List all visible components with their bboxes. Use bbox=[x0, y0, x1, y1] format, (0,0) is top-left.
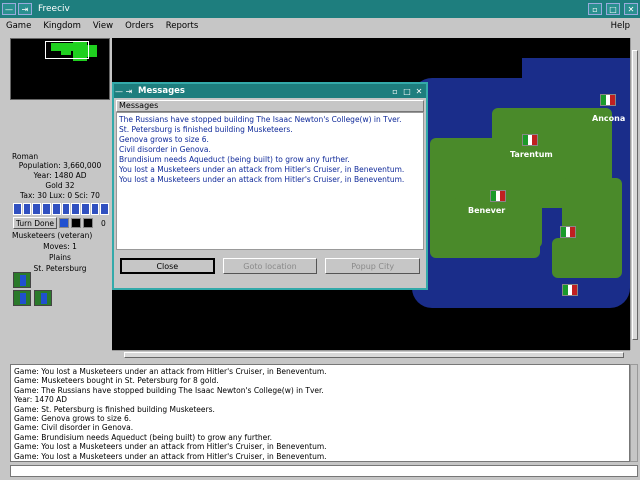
dialog-pin-icon[interactable]: ⇥ bbox=[124, 86, 134, 96]
minimize-icon[interactable]: ▫ bbox=[588, 3, 602, 15]
log-line: Year: 1470 AD bbox=[14, 395, 68, 405]
city-icon[interactable] bbox=[522, 134, 538, 146]
goto-location-button[interactable]: Goto location bbox=[222, 258, 318, 274]
tax-rates-label: Tax: 30 Lux: 0 Sci: 70 bbox=[20, 191, 100, 200]
list-item[interactable]: You lost a Musketeers under an attack fr… bbox=[119, 165, 421, 175]
musketeer-unit-icon[interactable] bbox=[34, 290, 52, 306]
research-indicator-icon bbox=[59, 218, 69, 228]
city-label-benever[interactable]: Benever bbox=[468, 206, 505, 215]
log-line: Game: St. Petersburg is finished buildin… bbox=[14, 404, 215, 414]
sci-icon[interactable] bbox=[100, 203, 110, 215]
title-bar: — ⇥ Freeciv ▫ □ ✕ bbox=[0, 0, 640, 18]
unit-terrain: Plains bbox=[49, 253, 71, 262]
map-vertical-scrollbar[interactable] bbox=[630, 38, 638, 350]
messages-column-header[interactable]: Messages bbox=[116, 100, 424, 112]
list-item[interactable]: The Russians have stopped building The I… bbox=[119, 115, 421, 125]
musketeer-unit-icon[interactable] bbox=[13, 290, 31, 306]
maximize-icon[interactable]: □ bbox=[606, 3, 620, 15]
dialog-minimize-icon[interactable]: ▫ bbox=[390, 86, 400, 96]
window-title: Freeciv bbox=[38, 4, 70, 14]
messages-list[interactable]: The Russians have stopped building The I… bbox=[116, 112, 424, 250]
dialog-title-bar[interactable]: — ⇥ Messages ▫ □ ✕ bbox=[114, 84, 426, 98]
year-label: Year: 1480 AD bbox=[33, 171, 87, 180]
window-menu-icon[interactable]: — bbox=[2, 3, 16, 15]
menu-bar: Game Kingdom View Orders Reports Help bbox=[0, 18, 640, 34]
unit-moves: Moves: 1 bbox=[43, 242, 77, 251]
unit-name: Musketeers (veteran) bbox=[12, 231, 93, 240]
menu-help[interactable]: Help bbox=[605, 21, 636, 31]
messages-dialog: — ⇥ Messages ▫ □ ✕ Messages The Russians… bbox=[112, 82, 428, 290]
global-warming-icon bbox=[71, 218, 81, 228]
turn-done-button[interactable]: Turn Done bbox=[13, 217, 57, 229]
log-line: Game: Civil disorder in Genova. bbox=[14, 423, 134, 433]
dialog-close-icon[interactable]: ✕ bbox=[414, 86, 424, 96]
city-icon[interactable] bbox=[490, 190, 506, 202]
city-label-tarentum[interactable]: Tarentum bbox=[510, 150, 553, 159]
sci-icon[interactable] bbox=[61, 203, 71, 215]
musketeer-unit-icon[interactable] bbox=[13, 272, 31, 288]
log-line: Game: Brundisium needs Aqueduct (being b… bbox=[14, 432, 273, 442]
log-line: Game: Musketeers bought in St. Petersbur… bbox=[14, 376, 219, 386]
tax-rates-bar[interactable] bbox=[13, 203, 110, 215]
list-item[interactable]: You lost a Musketeers under an attack fr… bbox=[119, 175, 421, 185]
close-button[interactable]: Close bbox=[120, 258, 215, 274]
menu-kingdom[interactable]: Kingdom bbox=[37, 21, 87, 31]
dialog-maximize-icon[interactable]: □ bbox=[402, 86, 412, 96]
unit-info: Musketeers (veteran) Moves: 1 Plains St.… bbox=[10, 230, 110, 274]
sci-icon[interactable] bbox=[51, 203, 61, 215]
tax-icon[interactable] bbox=[22, 203, 32, 215]
log-line: Game: Genova grows to size 6. bbox=[14, 414, 132, 424]
tax-icon[interactable] bbox=[13, 203, 22, 215]
log-line: Game: The Russians have stopped building… bbox=[14, 385, 324, 395]
log-line: Game: You lost a Musketeers under an att… bbox=[14, 442, 327, 452]
menu-orders[interactable]: Orders bbox=[119, 21, 160, 31]
log-scrollbar[interactable] bbox=[630, 364, 638, 462]
chat-command-input[interactable] bbox=[10, 465, 638, 477]
overview-minimap[interactable] bbox=[10, 38, 110, 100]
dialog-title: Messages bbox=[138, 86, 185, 96]
list-item[interactable]: St. Petersburg is finished building Musk… bbox=[119, 125, 421, 135]
population-label: Population: 3,660,000 bbox=[18, 161, 102, 170]
nation-name: Roman bbox=[12, 152, 39, 161]
government-icon bbox=[83, 218, 93, 228]
minimap-viewport[interactable] bbox=[45, 41, 89, 59]
list-item[interactable]: Civil disorder in Genova. bbox=[119, 145, 421, 155]
menu-view[interactable]: View bbox=[87, 21, 119, 31]
gold-label: Gold 32 bbox=[45, 181, 75, 190]
popup-city-button[interactable]: Popup City bbox=[325, 258, 420, 274]
sci-icon[interactable] bbox=[80, 203, 90, 215]
list-item[interactable]: Brundisium needs Aqueduct (being built) … bbox=[119, 155, 421, 165]
map-horizontal-scrollbar[interactable] bbox=[112, 350, 630, 358]
message-log[interactable]: Game: You lost a Musketeers under an att… bbox=[10, 364, 630, 462]
city-label-ancona[interactable]: Ancona bbox=[592, 114, 625, 123]
turn-timer: 0 bbox=[101, 218, 106, 228]
city-icon[interactable] bbox=[560, 226, 576, 238]
log-line: Game: You lost a Musketeers under an att… bbox=[14, 451, 327, 461]
menu-reports[interactable]: Reports bbox=[160, 21, 205, 31]
sci-icon[interactable] bbox=[90, 203, 100, 215]
tax-icon[interactable] bbox=[32, 203, 42, 215]
info-panel: Roman Population: 3,660,000 Year: 1480 A… bbox=[10, 152, 110, 201]
city-icon[interactable] bbox=[600, 94, 616, 106]
log-line: Game: You lost a Musketeers under an att… bbox=[14, 367, 327, 376]
dialog-menu-icon[interactable]: — bbox=[114, 86, 124, 96]
menu-game[interactable]: Game bbox=[0, 21, 37, 31]
list-item[interactable]: Genova grows to size 6. bbox=[119, 135, 421, 145]
city-icon[interactable] bbox=[562, 284, 578, 296]
sci-icon[interactable] bbox=[42, 203, 51, 215]
sci-icon[interactable] bbox=[71, 203, 80, 215]
pin-icon[interactable]: ⇥ bbox=[18, 3, 32, 15]
turn-row: Turn Done 0 bbox=[13, 217, 109, 229]
close-icon[interactable]: ✕ bbox=[624, 3, 638, 15]
